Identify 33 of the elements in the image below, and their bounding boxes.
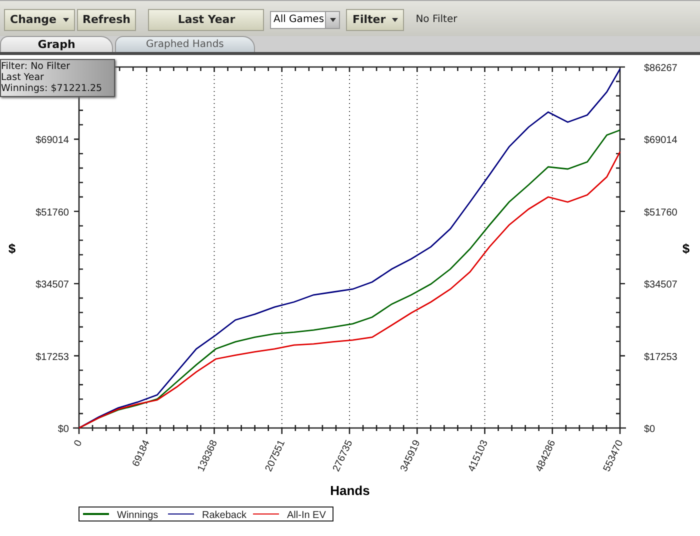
filter-status: No Filter (416, 14, 458, 25)
tooltip-line: Winnings: $71221.25 (1, 83, 104, 94)
y-tick-label: $17253 (36, 352, 69, 363)
x-tick-label: 69184 (130, 438, 152, 468)
filter-button[interactable]: Filter (346, 8, 404, 30)
menu-button[interactable]: Change (4, 8, 74, 30)
x-tick-label: 0 (72, 438, 85, 448)
legend-label: All-In EV (287, 510, 326, 521)
tooltip-line: Last Year (1, 72, 45, 83)
tab[interactable]: Graphed Hands (115, 36, 255, 52)
refresh-button[interactable]: Refresh (76, 8, 136, 30)
tab[interactable]: Graph (0, 36, 113, 52)
axis-title: $ (8, 241, 16, 256)
y-tick-label: $0 (644, 424, 656, 435)
y-tick-label: $34507 (36, 280, 69, 291)
game-dropdown[interactable]: All Games (270, 10, 340, 28)
y-tick-label: $86267 (644, 63, 678, 74)
tooltip-line: Filter: No Filter (1, 61, 72, 72)
y-tick-label: $51760 (644, 207, 678, 218)
period-button[interactable]: Last Year (148, 8, 264, 30)
y-tick-label: $0 (58, 424, 69, 435)
y-tick-label: $34507 (644, 280, 678, 291)
caret-icon (62, 18, 68, 22)
y-tick-label: $69014 (36, 135, 69, 146)
caret-icon (392, 18, 398, 22)
legend-label: Rakeback (202, 510, 246, 521)
y-tick-label: $69014 (644, 135, 678, 146)
y-tick-label: $17253 (644, 352, 678, 363)
legend-label: Winnings (117, 510, 158, 521)
axis-title: Hands (330, 483, 370, 498)
y-tick-label: $51760 (36, 207, 69, 218)
axis-title: $ (682, 241, 690, 256)
caret-icon (330, 18, 336, 22)
